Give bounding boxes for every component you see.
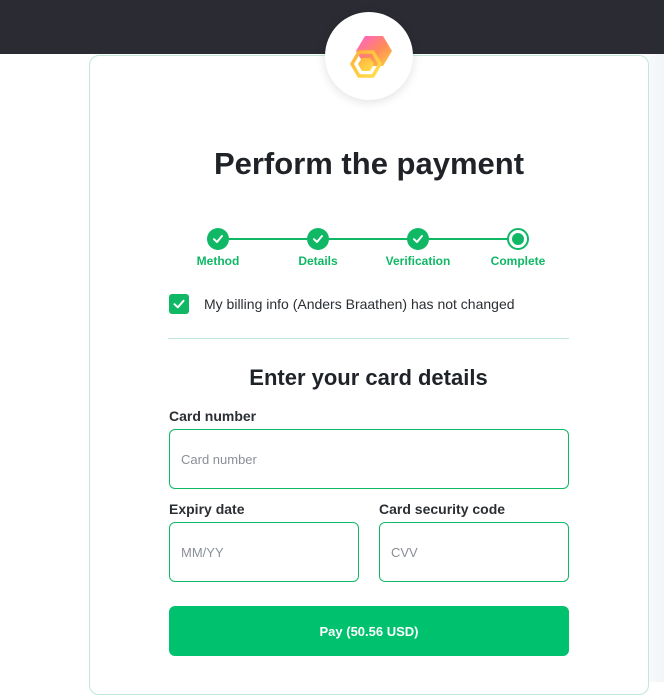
expiry-date-label: Expiry date	[169, 501, 245, 517]
step-label-complete: Complete	[490, 254, 546, 268]
card-number-label: Card number	[169, 408, 257, 424]
pay-button[interactable]: Pay (50.56 USD)	[169, 606, 569, 656]
step-connector	[318, 238, 408, 240]
billing-unchanged-option[interactable]: My billing info (Anders Braathen) has no…	[169, 293, 515, 315]
checkmark-icon	[173, 299, 185, 309]
step-connector	[218, 238, 308, 240]
card-number-input[interactable]	[169, 429, 569, 489]
logo-badge	[325, 12, 413, 100]
step-method-check-icon	[207, 228, 229, 250]
section-divider	[168, 338, 569, 339]
billing-checkbox[interactable]	[169, 294, 189, 314]
security-code-input[interactable]	[379, 522, 569, 582]
card-details-heading: Enter your card details	[249, 365, 488, 390]
progress-stepper: Method Details Verification Complete	[168, 228, 568, 272]
step-label-details: Details	[298, 254, 338, 268]
step-complete-current-icon	[507, 228, 529, 250]
step-label-verification: Verification	[385, 254, 451, 268]
expiry-date-input[interactable]	[169, 522, 359, 582]
step-connector	[418, 238, 508, 240]
billing-label: My billing info (Anders Braathen) has no…	[204, 296, 515, 312]
step-verification-check-icon	[407, 228, 429, 250]
page-title: Perform the payment	[213, 146, 525, 181]
security-code-label: Card security code	[379, 501, 506, 517]
step-label-method: Method	[196, 254, 240, 268]
step-details-check-icon	[307, 228, 329, 250]
hex-logo-icon	[349, 36, 392, 78]
